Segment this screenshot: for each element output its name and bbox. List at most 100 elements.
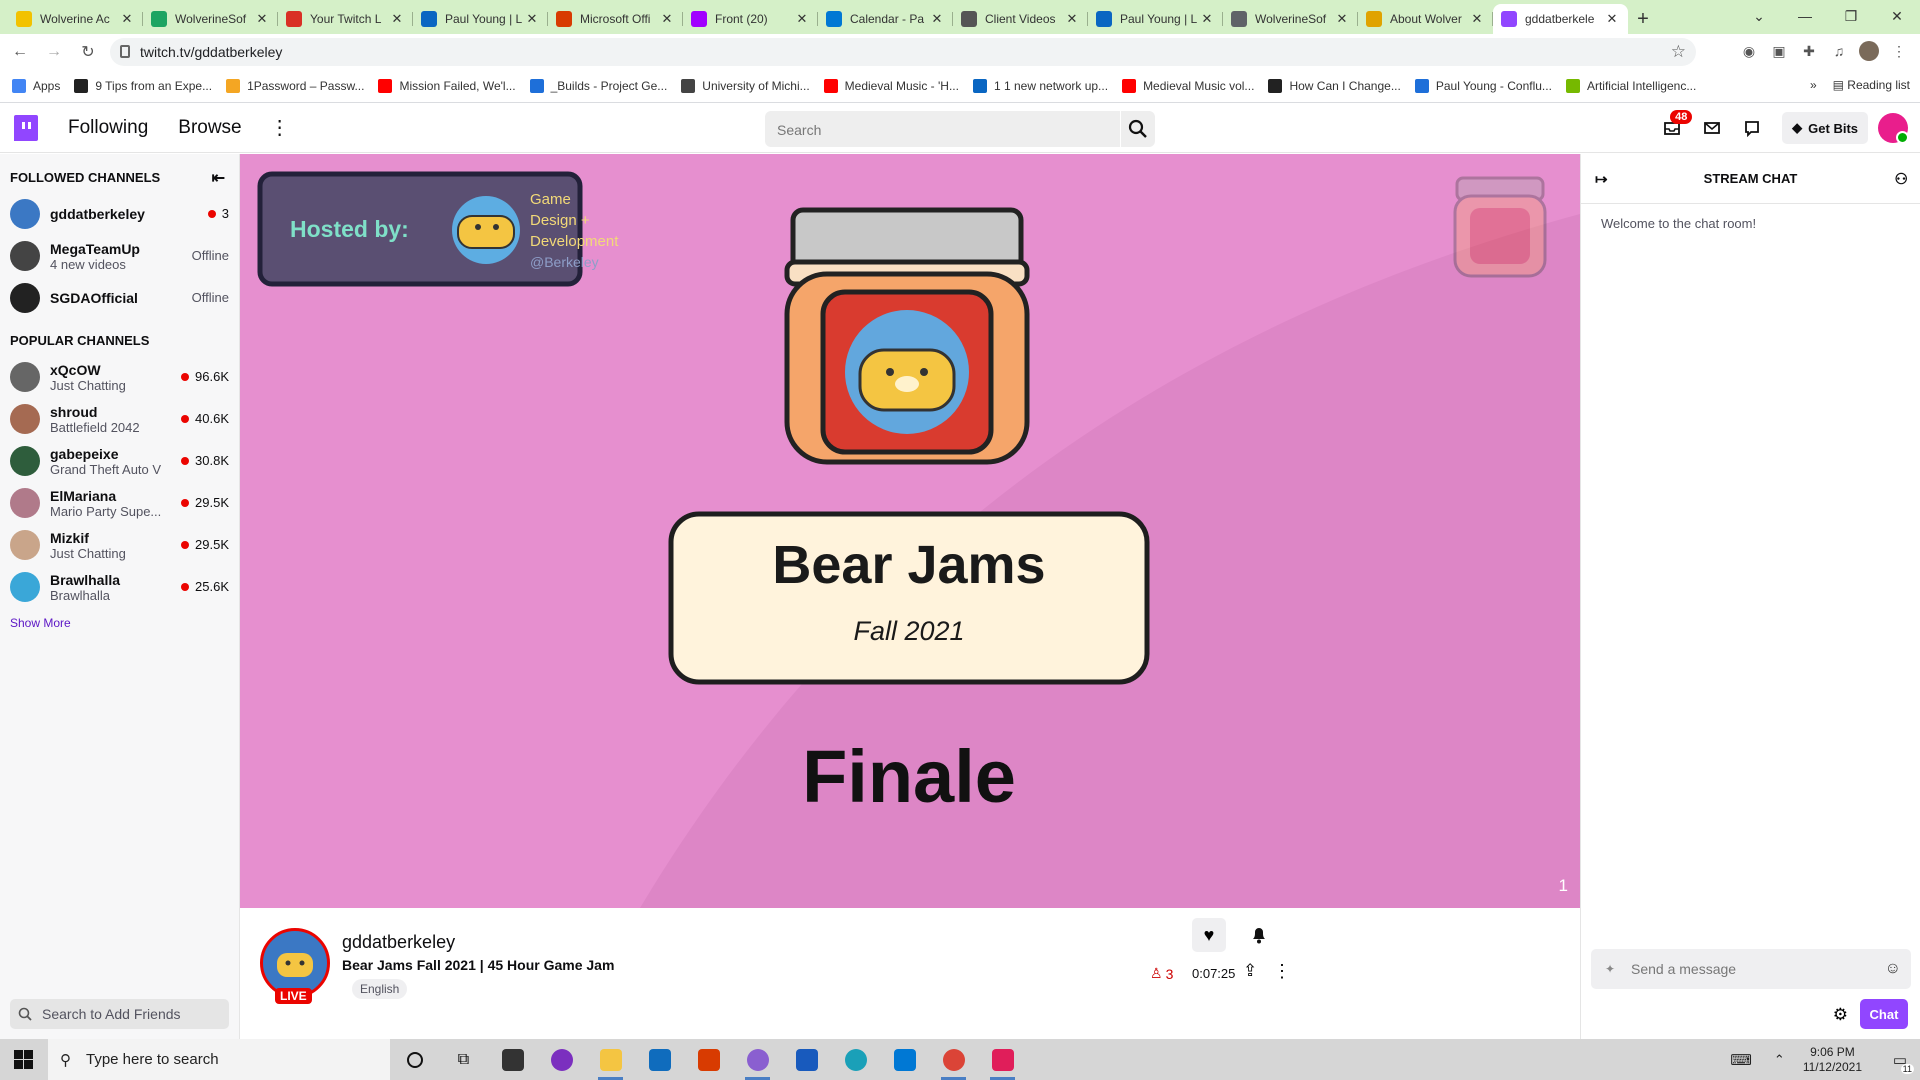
chat-send-button[interactable]: Chat (1860, 999, 1908, 1029)
edge-app-icon[interactable] (831, 1039, 880, 1080)
nav-browse[interactable]: Browse (178, 117, 241, 139)
whispers-button[interactable] (1692, 108, 1732, 148)
twitch-logo-icon[interactable] (14, 114, 38, 141)
search-input[interactable]: Search (765, 111, 1120, 147)
task-view-icon[interactable]: ⧉ (439, 1039, 488, 1080)
show-more-link[interactable]: Show More (0, 608, 239, 638)
tab-close-icon[interactable]: ✕ (1199, 11, 1215, 27)
add-friends-search[interactable]: Search to Add Friends (10, 999, 229, 1029)
reload-button[interactable]: ↻ (74, 38, 102, 66)
vscode-app-icon[interactable] (880, 1039, 929, 1080)
minimize-button[interactable]: — (1782, 0, 1828, 32)
video-player[interactable]: Hosted by: Game Design + Development @Be… (240, 154, 1580, 908)
nav-following[interactable]: Following (68, 117, 148, 139)
bookmark-item[interactable]: How Can I Change... (1268, 79, 1401, 93)
tab-close-icon[interactable]: ✕ (1469, 11, 1485, 27)
keyboard-icon[interactable]: ⌨ (1730, 1051, 1752, 1069)
community-icon[interactable]: ⚇ (1895, 170, 1908, 188)
bookmark-star-icon[interactable]: ☆ (1671, 42, 1686, 62)
popular-channel-item[interactable]: ElMariana Mario Party Supe... 29.5K (0, 482, 239, 524)
tab-close-icon[interactable]: ✕ (659, 11, 675, 27)
browser-tab[interactable]: Your Twitch L ✕ (278, 4, 413, 34)
extension-screen-icon[interactable]: ▣ (1768, 38, 1790, 64)
popular-channel-item[interactable]: Brawlhalla Brawlhalla 25.6K (0, 566, 239, 608)
search-button[interactable] (1121, 111, 1155, 147)
extensions-puzzle-icon[interactable]: ✚ (1798, 38, 1820, 64)
back-button[interactable]: ← (6, 38, 34, 66)
taskbar-search-box[interactable]: ⚲ Type here to search (48, 1039, 390, 1080)
browser-tab[interactable]: WolverineSof ✕ (1223, 4, 1358, 34)
bookmark-item[interactable]: _Builds - Project Ge... (529, 79, 667, 93)
activity-button[interactable] (1732, 108, 1772, 148)
browser-tab[interactable]: Microsoft Offi ✕ (548, 4, 683, 34)
followed-channel-item[interactable]: SGDAOfficial Offline (0, 277, 239, 319)
new-tab-button[interactable]: + (1628, 4, 1658, 34)
bookmark-item[interactable]: Medieval Music - 'H... (823, 79, 959, 93)
reading-list-button[interactable]: ▤ Reading list (1833, 78, 1910, 92)
bookmark-item[interactable]: University of Michi... (681, 79, 810, 93)
maximize-button[interactable]: ❐ (1828, 0, 1874, 32)
mail-app-icon[interactable] (635, 1039, 684, 1080)
browser-tab[interactable]: Wolverine Ac ✕ (8, 4, 143, 34)
tab-close-icon[interactable]: ✕ (524, 11, 540, 27)
language-tag[interactable]: English (352, 979, 408, 999)
office-app-icon[interactable] (684, 1039, 733, 1080)
browser-tab[interactable]: Calendar - Pa ✕ (818, 4, 953, 34)
tab-close-icon[interactable]: ✕ (1604, 11, 1620, 27)
popular-channel-item[interactable]: Mizkif Just Chatting 29.5K (0, 524, 239, 566)
bookmark-item[interactable]: Medieval Music vol... (1122, 79, 1254, 93)
chrome-app-icon[interactable] (929, 1039, 978, 1080)
sparkle-icon[interactable]: ✦ (1605, 962, 1615, 976)
more-info-icon[interactable]: ⋮ (1273, 961, 1291, 982)
forward-button[interactable]: → (40, 38, 68, 66)
windows-start-icon[interactable] (14, 1050, 33, 1069)
browser-tab[interactable]: Front (20) ✕ (683, 4, 818, 34)
popular-channel-item[interactable]: xQcOW Just Chatting 96.6K (0, 356, 239, 398)
slack-app-icon[interactable] (978, 1039, 1027, 1080)
browser-tab[interactable]: Paul Young | L ✕ (413, 4, 548, 34)
tab-close-icon[interactable]: ✕ (1334, 11, 1350, 27)
word-app-icon[interactable] (782, 1039, 831, 1080)
profile-avatar[interactable] (1858, 38, 1880, 64)
file-explorer-icon[interactable] (586, 1039, 635, 1080)
bookmark-item[interactable]: Paul Young - Conflu... (1414, 79, 1552, 93)
clock[interactable]: 9:06 PM 11/12/2021 (1803, 1045, 1862, 1075)
store-app-icon[interactable] (488, 1039, 537, 1080)
emote-picker-icon[interactable]: ☺ (1885, 960, 1901, 978)
browser-tab[interactable]: Client Videos ✕ (953, 4, 1088, 34)
bookmark-item[interactable]: 9 Tips from an Expe... (74, 79, 212, 93)
tab-search-icon[interactable]: ⌄ (1736, 0, 1782, 32)
close-window-button[interactable]: ✕ (1874, 0, 1920, 32)
bookmark-item[interactable]: Apps (12, 79, 60, 93)
followed-channel-item[interactable]: gddatberkeley 3 (0, 193, 239, 235)
tab-close-icon[interactable]: ✕ (254, 11, 270, 27)
collapse-chat-icon[interactable]: ↦ (1595, 170, 1608, 188)
bookmark-item[interactable]: 1 1 new network up... (972, 79, 1108, 93)
notifications-button[interactable]: 48 (1652, 108, 1693, 148)
podcast-app-icon[interactable] (537, 1039, 586, 1080)
bookmark-item[interactable]: Artificial Intelligenc... (1565, 79, 1696, 93)
more-options-icon[interactable]: ⋮ (270, 115, 290, 140)
tab-close-icon[interactable]: ✕ (1064, 11, 1080, 27)
url-bar[interactable]: twitch.tv/gddatberkeley ☆ (110, 38, 1696, 66)
channel-name[interactable]: gddatberkeley (342, 932, 455, 953)
follow-heart-button[interactable]: ♥ (1192, 918, 1226, 952)
chat-message-input[interactable]: ✦ Send a message ☺ (1591, 949, 1911, 989)
collapse-sidebar-icon[interactable]: ⇤ (212, 168, 225, 188)
tray-overflow-icon[interactable]: ⌃ (1774, 1052, 1785, 1068)
share-icon[interactable]: ⇪ (1243, 961, 1257, 981)
browser-tab[interactable]: gddatberkele ✕ (1493, 4, 1628, 34)
browser-menu-icon[interactable]: ⋮ (1888, 38, 1910, 64)
tab-close-icon[interactable]: ✕ (389, 11, 405, 27)
extension-1password-icon[interactable]: ◉ (1738, 38, 1760, 64)
get-bits-button[interactable]: ◆ Get Bits (1782, 112, 1868, 144)
user-avatar[interactable] (1878, 113, 1909, 144)
tab-close-icon[interactable]: ✕ (929, 11, 945, 27)
action-center-icon[interactable]: ▭ 11 (1880, 1039, 1920, 1080)
media-control-icon[interactable]: ♫ (1828, 38, 1850, 64)
discord-app-icon[interactable] (733, 1039, 782, 1080)
popular-channel-item[interactable]: gabepeixe Grand Theft Auto V 30.8K (0, 440, 239, 482)
tab-close-icon[interactable]: ✕ (119, 11, 135, 27)
bookmark-item[interactable]: 1Password – Passw... (226, 79, 364, 93)
browser-tab[interactable]: WolverineSof ✕ (143, 4, 278, 34)
